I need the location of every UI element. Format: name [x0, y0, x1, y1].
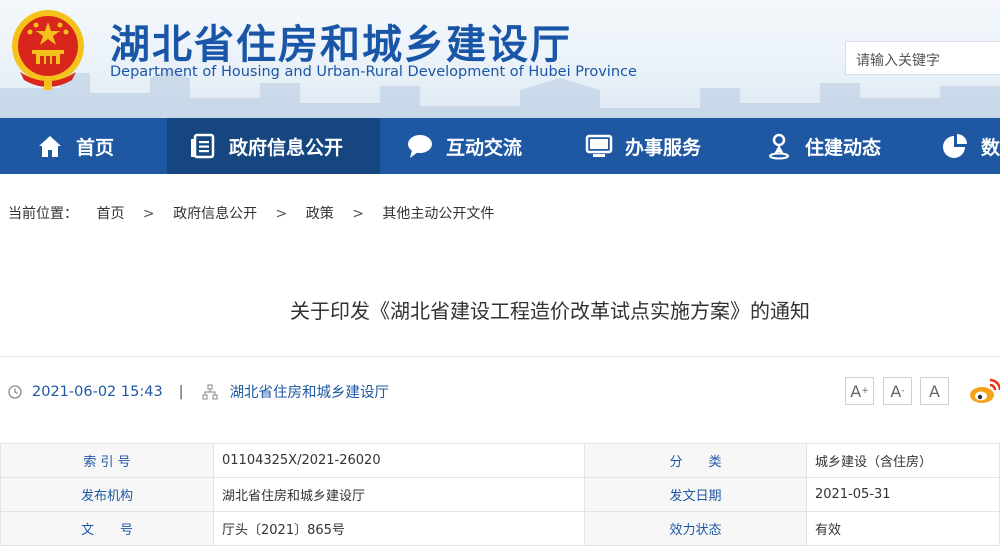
weibo-share-icon[interactable]	[968, 376, 1000, 406]
main-nav: 首页 政府信息公开 互动交流 办事服务 住建动态 数	[0, 118, 1000, 174]
info-key: 索 引 号	[0, 443, 214, 478]
meta-separator: |	[178, 383, 184, 400]
home-icon	[39, 136, 61, 157]
publish-datetime: 2021-06-02 15:43	[32, 383, 163, 400]
page-title: 关于印发《湖北省建设工程造价改革试点实施方案》的通知	[290, 299, 810, 323]
nav-item-services[interactable]: 办事服务	[555, 118, 735, 174]
breadcrumb: 当前位置： 首页 > 政府信息公开 > 政策 > 其他主动公开文件	[8, 203, 508, 223]
search-input[interactable]: 请输入关键字	[845, 41, 1000, 75]
info-key: 发文日期	[584, 477, 807, 512]
breadcrumb-prefix: 当前位置：	[8, 206, 78, 222]
chat-bubble-icon	[408, 135, 432, 158]
info-value: 01104325X/2021-26020	[213, 443, 585, 478]
breadcrumb-link-other-files[interactable]: 其他主动公开文件	[382, 206, 494, 222]
table-row: 发布机构 湖北省住房和城乡建设厅 发文日期 2021-05-31	[0, 477, 1000, 512]
national-emblem-icon	[12, 10, 84, 90]
document-meta: 2021-06-02 15:43 | 湖北省住房和城乡建设厅	[8, 381, 389, 402]
font-smaller-button[interactable]: A-	[883, 377, 912, 405]
organization-icon	[201, 383, 218, 400]
info-value: 有效	[806, 511, 1000, 546]
table-row: 索 引 号 01104325X/2021-26020 分 类 城乡建设（含住房）	[0, 443, 1000, 478]
person-pin-icon	[769, 133, 789, 160]
site-subtitle: Department of Housing and Urban-Rural De…	[110, 64, 637, 80]
font-smaller-label: A	[890, 381, 902, 401]
nav-item-label: 数	[980, 136, 1000, 159]
nav-item-data[interactable]: 数	[913, 118, 1000, 174]
breadcrumb-link-gov-info[interactable]: 政府信息公开	[173, 206, 257, 222]
font-larger-button[interactable]: A +	[845, 377, 874, 405]
divider	[0, 356, 1000, 357]
nav-item-news[interactable]: 住建动态	[735, 118, 913, 174]
nav-item-home[interactable]: 首页	[0, 118, 167, 174]
pie-chart-icon	[942, 134, 967, 158]
nav-item-gov-info[interactable]: 政府信息公开	[167, 118, 380, 174]
info-key: 发布机构	[0, 477, 214, 512]
font-normal-button[interactable]: A	[920, 377, 949, 405]
nav-item-label: 住建动态	[805, 136, 882, 159]
clock-icon	[8, 384, 22, 399]
nav-item-label: 办事服务	[625, 136, 702, 159]
nav-item-label: 首页	[76, 136, 115, 159]
document-source: 湖北省住房和城乡建设厅	[229, 385, 390, 401]
info-value: 2021-05-31	[806, 477, 1000, 512]
breadcrumb-separator: >	[275, 206, 288, 222]
nav-item-interaction[interactable]: 互动交流	[380, 118, 555, 174]
info-value: 厅头〔2021〕865号	[213, 511, 585, 546]
info-key: 效力状态	[584, 511, 807, 546]
nav-item-label: 政府信息公开	[229, 136, 344, 159]
document-info-table: 索 引 号 01104325X/2021-26020 分 类 城乡建设（含住房）…	[0, 443, 1000, 546]
info-value: 城乡建设（含住房）	[806, 443, 1000, 478]
font-normal-label: A	[929, 381, 940, 401]
breadcrumb-link-home[interactable]: 首页	[96, 206, 124, 222]
info-value: 湖北省住房和城乡建设厅	[213, 477, 585, 512]
table-row: 文 号 厅头〔2021〕865号 效力状态 有效	[0, 511, 1000, 546]
nav-item-label: 互动交流	[446, 136, 523, 159]
info-key: 文 号	[0, 511, 214, 546]
info-key: 分 类	[584, 443, 807, 478]
breadcrumb-link-policy[interactable]: 政策	[306, 206, 334, 222]
font-larger-label: A	[850, 381, 862, 401]
site-title: 湖北省住房和城乡建设厅	[110, 21, 572, 68]
site-header: 湖北省住房和城乡建设厅 Department of Housing and Ur…	[0, 0, 1000, 118]
breadcrumb-separator: >	[352, 206, 364, 222]
monitor-icon	[585, 134, 613, 157]
breadcrumb-separator: >	[142, 206, 155, 222]
document-list-icon	[191, 133, 215, 159]
